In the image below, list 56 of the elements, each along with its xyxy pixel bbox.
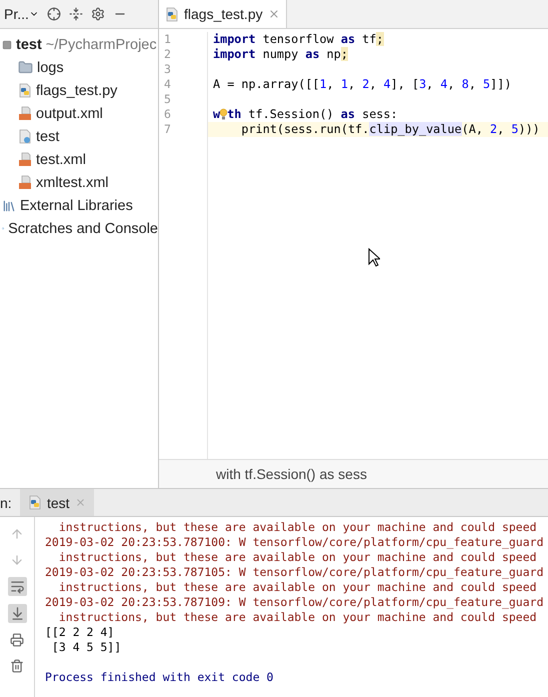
tree-item[interactable]: test.xml (36, 152, 86, 168)
run-tab[interactable]: test (20, 489, 94, 516)
lightbulb-icon[interactable] (220, 108, 228, 121)
module-icon (2, 40, 12, 50)
line-number: 7 (163, 122, 172, 137)
code-line: w (213, 107, 220, 121)
console-line: instructions, but these are available on your machine and could speed (58, 610, 537, 624)
close-icon[interactable] (268, 8, 280, 20)
tree-item[interactable]: flags_test.py (36, 82, 118, 98)
line-number: 5 (163, 92, 172, 107)
console-line: instructions, but these are available on your machine and could speed (58, 580, 537, 594)
xml-file-icon (18, 175, 32, 190)
python-file-icon (28, 495, 42, 510)
tree-item[interactable]: output.xml (36, 106, 103, 122)
console-line: 2019-03-02 20:23:53.787100: W tensorflow/core/platform/cpu_feature_guard (45, 535, 544, 549)
unknown-file-icon (18, 129, 32, 144)
code-line: import numpy as np; (213, 47, 348, 61)
console-line: instructions, but these are available on your machine and could speed (58, 520, 537, 534)
library-icon (2, 198, 16, 212)
tree-item[interactable]: Scratches and Console (8, 220, 158, 236)
console-line: Process finished with exit code 0 (45, 670, 274, 684)
run-panel-label: n: (0, 494, 13, 510)
tree-item[interactable]: test (36, 128, 60, 144)
locate-icon[interactable] (46, 7, 61, 21)
settings-icon[interactable] (90, 7, 105, 21)
code-line: import tensorflow as tf; (213, 32, 384, 46)
console-line: 2019-03-02 20:23:53.787109: W tensorflow/core/platform/cpu_feature_guard (45, 595, 544, 609)
xml-file-icon (18, 152, 32, 167)
console-line: [[2 2 2 4] (45, 625, 114, 639)
line-number: 3 (163, 62, 172, 77)
soft-wrap-icon[interactable] (8, 577, 26, 596)
scroll-to-end-icon[interactable] (8, 604, 26, 623)
console-line: instructions, but these are available on your machine and could speed (58, 550, 537, 564)
console-line: [3 4 5 5]] (50, 640, 122, 654)
line-number: 6 (163, 107, 172, 122)
tree-item[interactable]: test (16, 36, 42, 52)
line-number: 2 (163, 47, 172, 62)
collapse-icon[interactable] (68, 7, 83, 21)
code-line: th tf.Session() as sess: (227, 107, 398, 121)
python-file-icon (18, 83, 32, 98)
project-view-selector[interactable]: Pr... (4, 6, 29, 22)
code-line: print(sess.run(tf.clip_by_value(A, 2, 5))) (240, 122, 540, 136)
project-path: ~/PycharmProjec (46, 36, 157, 52)
line-number: 1 (163, 32, 172, 47)
line-number: 4 (163, 77, 172, 92)
folder-icon (18, 60, 33, 75)
tree-item[interactable]: xmltest.xml (36, 174, 108, 190)
print-icon[interactable] (8, 631, 26, 649)
console-line: 2019-03-02 20:23:53.787105: W tensorflow/core/platform/cpu_feature_guard (45, 565, 544, 579)
python-file-icon (165, 6, 179, 22)
tree-item[interactable]: External Libraries (20, 198, 133, 214)
code-line: A = np.array([[1, 1, 2, 4], [3, 4, 8, 5]]) (213, 77, 512, 91)
editor-tab[interactable]: flags_test.py (159, 0, 287, 28)
xml-file-icon (18, 106, 32, 121)
mouse-cursor-icon (368, 248, 380, 267)
tree-item[interactable]: logs (37, 60, 64, 76)
